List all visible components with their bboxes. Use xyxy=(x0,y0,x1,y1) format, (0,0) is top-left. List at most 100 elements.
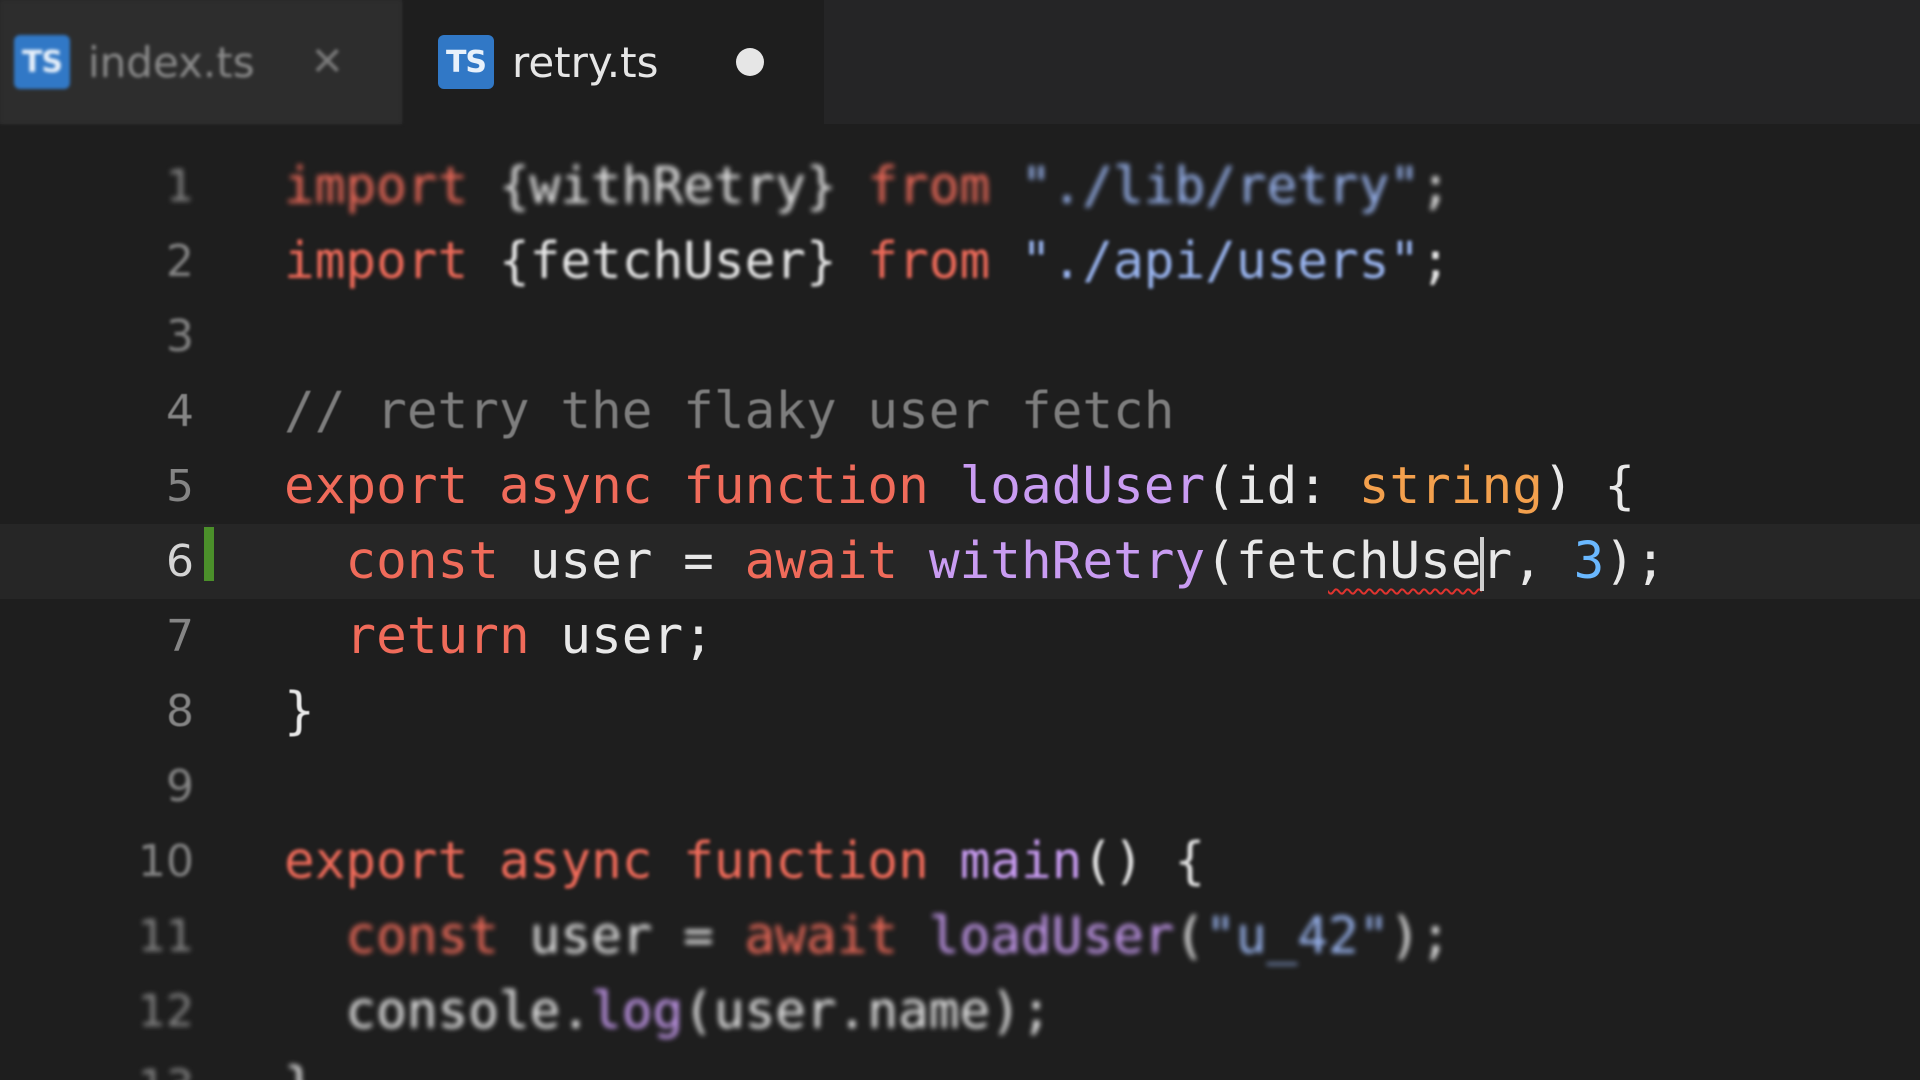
code-editor[interactable]: 1 import {withRetry} from "./lib/retry"; 2… xyxy=(0,124,1920,1080)
line-number: 4 xyxy=(166,386,194,437)
code-line[interactable]: 11 const user = await loadUser("u_42"); xyxy=(0,899,1920,974)
tab-index-ts[interactable]: TS index.ts ✕ xyxy=(0,0,402,124)
git-change-marker[interactable] xyxy=(204,527,214,581)
tab-label: retry.ts xyxy=(512,37,659,87)
code-token: 3 xyxy=(1573,532,1605,591)
code-line[interactable]: 3 xyxy=(0,299,1920,374)
code-token: return xyxy=(345,607,530,666)
code-token: await xyxy=(744,532,899,591)
code-token: function xyxy=(683,832,929,891)
code-line[interactable]: 5 export async function loadUser(id: stri… xyxy=(0,449,1920,524)
code-token: () { xyxy=(1082,832,1206,891)
unsaved-dot-icon[interactable] xyxy=(736,48,764,76)
code-token: (user.name); xyxy=(683,982,1052,1041)
code-line[interactable]: 8} xyxy=(0,674,1920,749)
code-token: {fetchUser} xyxy=(468,232,868,291)
line-number: 11 xyxy=(138,911,194,962)
code-token: r, xyxy=(1481,532,1574,591)
code-text[interactable]: return user; xyxy=(284,599,713,674)
tab-retry-ts[interactable]: TS retry.ts xyxy=(402,0,824,124)
code-token: async xyxy=(498,457,653,516)
code-line[interactable]: 2 import {fetchUser} from "./api/users"; xyxy=(0,224,1920,299)
code-line[interactable]: 1 import {withRetry} from "./lib/retry"; xyxy=(0,149,1920,224)
line-number: 7 xyxy=(166,611,194,662)
code-text[interactable]: import {withRetry} from "./lib/retry"; xyxy=(284,149,1451,224)
code-token: from xyxy=(867,232,991,291)
code-token: import xyxy=(284,232,469,291)
code-text[interactable]: import {fetchUser} from "./api/users"; xyxy=(284,224,1451,299)
code-token: (fet xyxy=(1205,532,1329,591)
code-token: ) { xyxy=(1542,457,1636,516)
code-text[interactable]: console.log(user.name); xyxy=(284,974,1052,1049)
code-text[interactable]: } xyxy=(284,1049,315,1080)
code-token: ; xyxy=(1420,157,1451,216)
code-token: ; xyxy=(1420,232,1451,291)
code-token: "u_42" xyxy=(1205,907,1390,966)
code-line[interactable]: 10 export async function main() { xyxy=(0,824,1920,899)
code-line[interactable]: 4 // retry the flaky user fetch xyxy=(0,374,1920,449)
code-token: string xyxy=(1358,457,1543,516)
code-line[interactable]: 12 console.log(user.name); xyxy=(0,974,1920,1049)
line-number: 10 xyxy=(138,836,194,887)
code-token: log xyxy=(591,982,684,1041)
code-line[interactable]: 6 const user = await withRetry(fetchUser… xyxy=(0,524,1920,599)
code-token: const xyxy=(345,907,499,966)
code-line[interactable]: 13} xyxy=(0,1049,1920,1080)
editor-window: TS index.ts ✕ TS retry.ts 1 import {withR… xyxy=(0,0,1920,1080)
code-text[interactable]: const user = await withRetry(fetchUser, … xyxy=(284,524,1666,599)
code-text[interactable]: export async function main() { xyxy=(284,824,1205,899)
code-token: withRetry xyxy=(928,532,1206,591)
code-token: await xyxy=(744,907,899,966)
code-token: "./api/users" xyxy=(1020,232,1421,291)
code-token: export xyxy=(284,457,469,516)
code-token: ); xyxy=(1604,532,1666,591)
line-number: 13 xyxy=(0,1049,194,1080)
line-number: 5 xyxy=(166,461,194,512)
close-icon[interactable]: ✕ xyxy=(310,39,344,85)
typescript-file-icon: TS xyxy=(14,35,70,89)
code-token: "./lib/retry" xyxy=(1020,157,1421,216)
tab-bar: TS index.ts ✕ TS retry.ts xyxy=(0,0,1920,124)
code-line[interactable]: 7 return user; xyxy=(0,599,1920,674)
code-token: // retry the flaky user fetch xyxy=(284,382,1175,441)
code-token: from xyxy=(867,157,991,216)
line-number: 8 xyxy=(166,686,194,737)
code-line[interactable]: 9 xyxy=(0,749,1920,824)
code-text[interactable]: // retry the flaky user fetch xyxy=(284,374,1174,449)
code-token: export xyxy=(284,832,469,891)
code-token: const xyxy=(345,532,499,591)
code-token: ( xyxy=(1174,907,1206,966)
code-token: main xyxy=(959,832,1083,891)
code-token: function xyxy=(683,457,929,516)
code-text[interactable]: export async function loadUser(id: strin… xyxy=(284,449,1635,524)
line-number: 2 xyxy=(166,236,194,287)
line-number: 6 xyxy=(166,536,194,587)
code-token: } xyxy=(284,682,315,741)
code-token: loadUser xyxy=(928,907,1175,966)
code-token: {withRetry} xyxy=(468,157,868,216)
error-token: chUse xyxy=(1328,532,1482,591)
code-text[interactable]: } xyxy=(284,674,315,749)
code-token: user = xyxy=(498,532,745,591)
code-token: (id: xyxy=(1205,457,1359,516)
code-token: import xyxy=(284,157,469,216)
code-token: } xyxy=(284,1057,315,1080)
tab-label: index.ts xyxy=(88,37,255,87)
code-token: user = xyxy=(498,907,745,966)
line-number: 1 xyxy=(166,161,194,212)
typescript-file-icon: TS xyxy=(438,35,494,89)
line-number: 9 xyxy=(166,761,194,812)
code-text[interactable]: const user = await loadUser("u_42"); xyxy=(284,899,1450,974)
